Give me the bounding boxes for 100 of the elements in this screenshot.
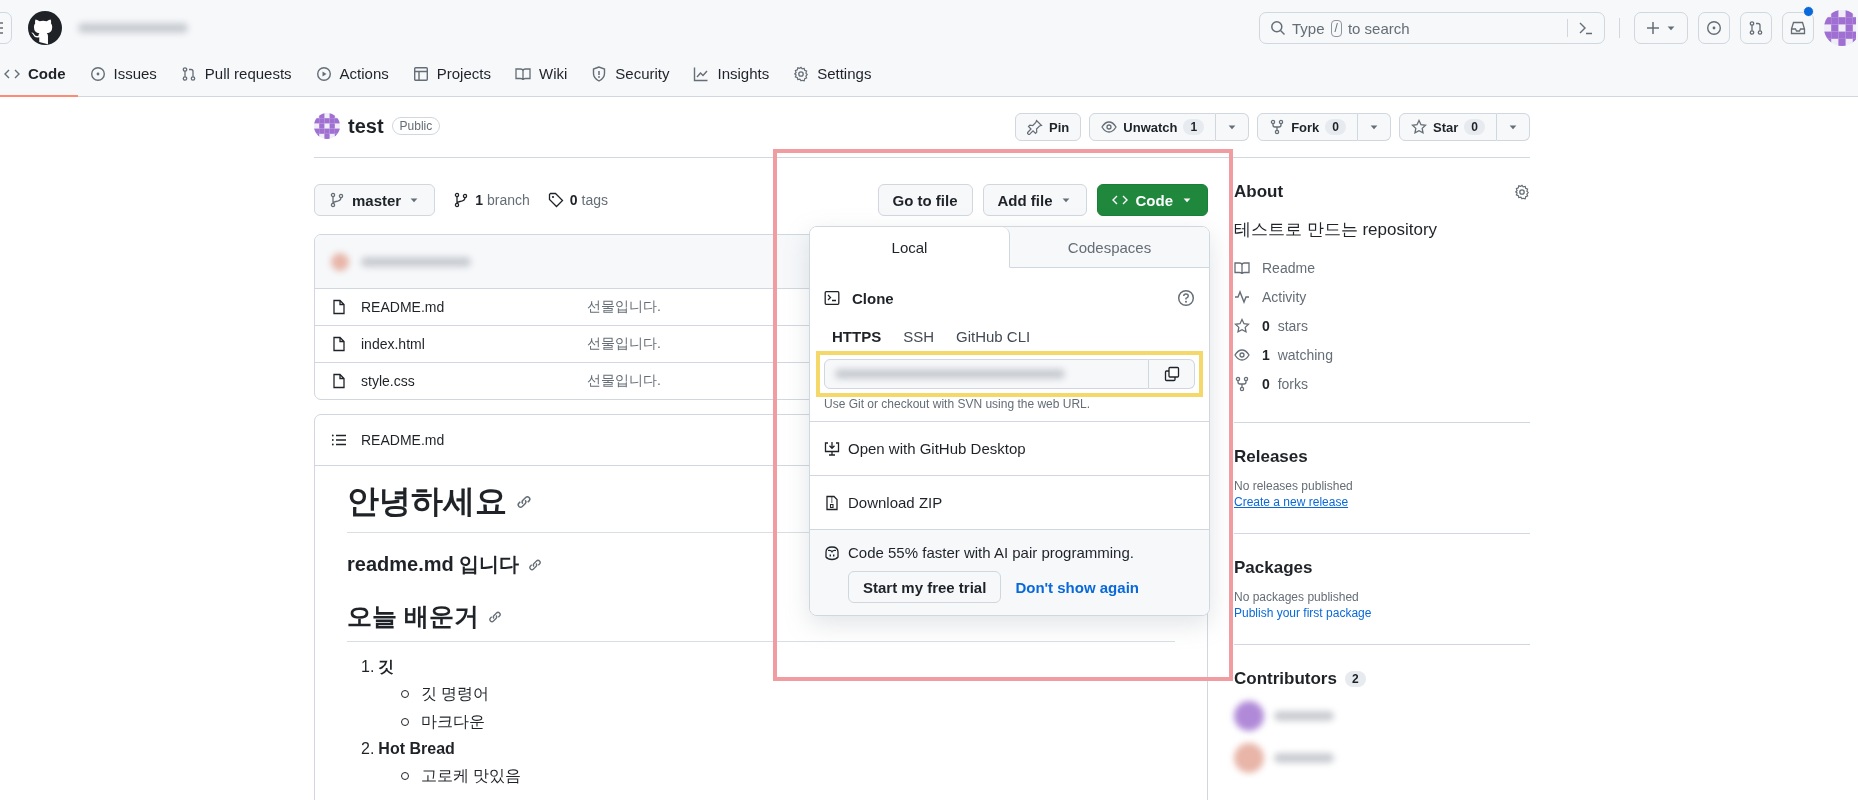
- list-item: 깃: [378, 656, 395, 677]
- repo-action-button[interactable]: Pin: [1015, 113, 1082, 141]
- star-icon: [1234, 317, 1250, 334]
- blurred-avatar[interactable]: [1234, 701, 1264, 731]
- commit-message: 선물입니다.: [587, 372, 661, 390]
- heading: readme.md 입니다: [347, 552, 520, 577]
- search-icon: [1270, 20, 1286, 36]
- issues-button[interactable]: [1698, 12, 1730, 44]
- copilot-icon: [824, 544, 840, 561]
- blurred-text: [1274, 753, 1334, 763]
- file-icon: [331, 373, 347, 389]
- protocol-tab[interactable]: SSH: [895, 322, 942, 351]
- table-icon: [412, 65, 429, 82]
- heading: 안녕하세요: [347, 482, 507, 521]
- blurred-avatar: [331, 252, 349, 271]
- list-number: 1.: [361, 658, 375, 676]
- tag-icon: [547, 192, 564, 208]
- repo-tab[interactable]: Projects: [400, 52, 503, 97]
- plus-icon: [1645, 20, 1661, 36]
- repo-action-button[interactable]: Fork 0: [1257, 113, 1358, 141]
- go-to-file-button[interactable]: Go to file: [877, 184, 973, 216]
- eye-icon: [1101, 119, 1118, 135]
- play-icon: [315, 65, 332, 82]
- section-title: Packages: [1234, 558, 1314, 578]
- repo-tab[interactable]: Actions: [303, 52, 401, 97]
- url-field[interactable]: [824, 359, 1149, 389]
- clone-hint: Use Git or checkout with SVN using the web URL.: [824, 397, 1092, 411]
- repo-tab[interactable]: Pull requests: [168, 52, 304, 97]
- book-icon: [1234, 259, 1250, 276]
- menu-item[interactable]: Download ZIP: [810, 476, 1209, 530]
- repo-tab[interactable]: Insights: [681, 52, 782, 97]
- file-name-link[interactable]: index.html: [361, 336, 573, 352]
- counter: 0: [1464, 119, 1485, 135]
- add-file-button[interactable]: Add file: [982, 184, 1087, 216]
- protocol-tab[interactable]: HTTPS: [824, 322, 890, 351]
- repo-description: 테스트로 만드는 repository: [1234, 219, 1439, 241]
- repo-action-button[interactable]: Unwatch 1: [1089, 113, 1217, 141]
- clone-heading: Clone: [852, 289, 894, 307]
- inbox-button[interactable]: [1782, 12, 1814, 44]
- about-link[interactable]: Readme: [1234, 253, 1530, 282]
- repo-tab[interactable]: Issues: [77, 52, 169, 97]
- protocol-tab[interactable]: GitHub CLI: [948, 322, 1039, 351]
- section-link[interactable]: Publish your first package: [1234, 606, 1530, 620]
- trial-button[interactable]: Start my free trial: [848, 571, 1002, 603]
- heading: 오늘 배운거: [347, 601, 479, 632]
- tags-link[interactable]: 0 tags: [547, 192, 609, 208]
- empty-state-text: No packages published: [1234, 590, 1360, 604]
- issue-icon: [1706, 20, 1722, 36]
- gear-icon: [793, 65, 810, 82]
- create-button[interactable]: [1634, 12, 1688, 44]
- pin-icon: [1027, 119, 1044, 135]
- menu-item[interactable]: Open with GitHub Desktop: [810, 422, 1209, 476]
- about-link[interactable]: 0 forks: [1234, 369, 1530, 398]
- about-link[interactable]: 0 stars: [1234, 311, 1530, 340]
- file-name-link[interactable]: README.md: [361, 299, 573, 315]
- repo-tab[interactable]: Settings: [781, 52, 884, 97]
- file-icon: [331, 336, 347, 352]
- fork-icon: [1269, 119, 1286, 135]
- copy-button[interactable]: [1149, 359, 1195, 389]
- repo-action-button[interactable]: Star 0: [1399, 113, 1497, 141]
- book-icon: [514, 65, 531, 82]
- branches-link[interactable]: 1 branch: [453, 192, 530, 208]
- search-field[interactable]: Type / to search: [1259, 12, 1605, 44]
- about-link[interactable]: Activity: [1234, 282, 1530, 311]
- pull-request-icon: [1748, 20, 1764, 36]
- pull-requests-button[interactable]: [1740, 12, 1772, 44]
- blurred-text: [1274, 711, 1334, 721]
- about-link[interactable]: 1 watching: [1234, 340, 1530, 369]
- settings-icon: [1514, 184, 1530, 200]
- file-icon: [331, 299, 347, 315]
- blurred-avatar[interactable]: [1234, 743, 1264, 773]
- fork-icon: [1234, 375, 1250, 392]
- branch-button[interactable]: master: [314, 184, 436, 216]
- list-item: Hot Bread: [378, 740, 455, 758]
- menu-tab[interactable]: Local: [810, 227, 1010, 268]
- desktop-download-icon: [824, 440, 840, 457]
- repo-tab[interactable]: Code: [0, 52, 78, 97]
- menu-tab[interactable]: Codespaces: [1010, 227, 1209, 268]
- code-button[interactable]: Code: [1096, 184, 1208, 216]
- github-logo-icon: [28, 11, 62, 45]
- command-palette-icon: [1578, 20, 1594, 36]
- issue-icon: [89, 65, 106, 82]
- counter: 2: [1344, 671, 1366, 687]
- commit-message: 선물입니다.: [587, 335, 661, 353]
- counter: 1: [1183, 119, 1205, 135]
- inbox-icon: [1790, 20, 1806, 36]
- file-name-link[interactable]: style.css: [361, 373, 573, 389]
- terminal-icon: [824, 290, 840, 306]
- anchor-link-icon: [515, 493, 533, 511]
- repo-name[interactable]: test: [348, 114, 384, 138]
- shield-icon: [591, 65, 608, 82]
- empty-state-text: No releases published: [1234, 479, 1354, 493]
- graph-icon: [693, 65, 710, 82]
- zip-file-icon: [824, 494, 840, 511]
- repo-tab[interactable]: Security: [579, 52, 682, 97]
- branch-icon: [453, 192, 470, 208]
- repo-tab[interactable]: Wiki: [502, 52, 580, 97]
- dismiss-link[interactable]: Don't show again: [1015, 578, 1139, 596]
- pulse-icon: [1234, 288, 1250, 305]
- section-link[interactable]: Create a new release: [1234, 495, 1530, 509]
